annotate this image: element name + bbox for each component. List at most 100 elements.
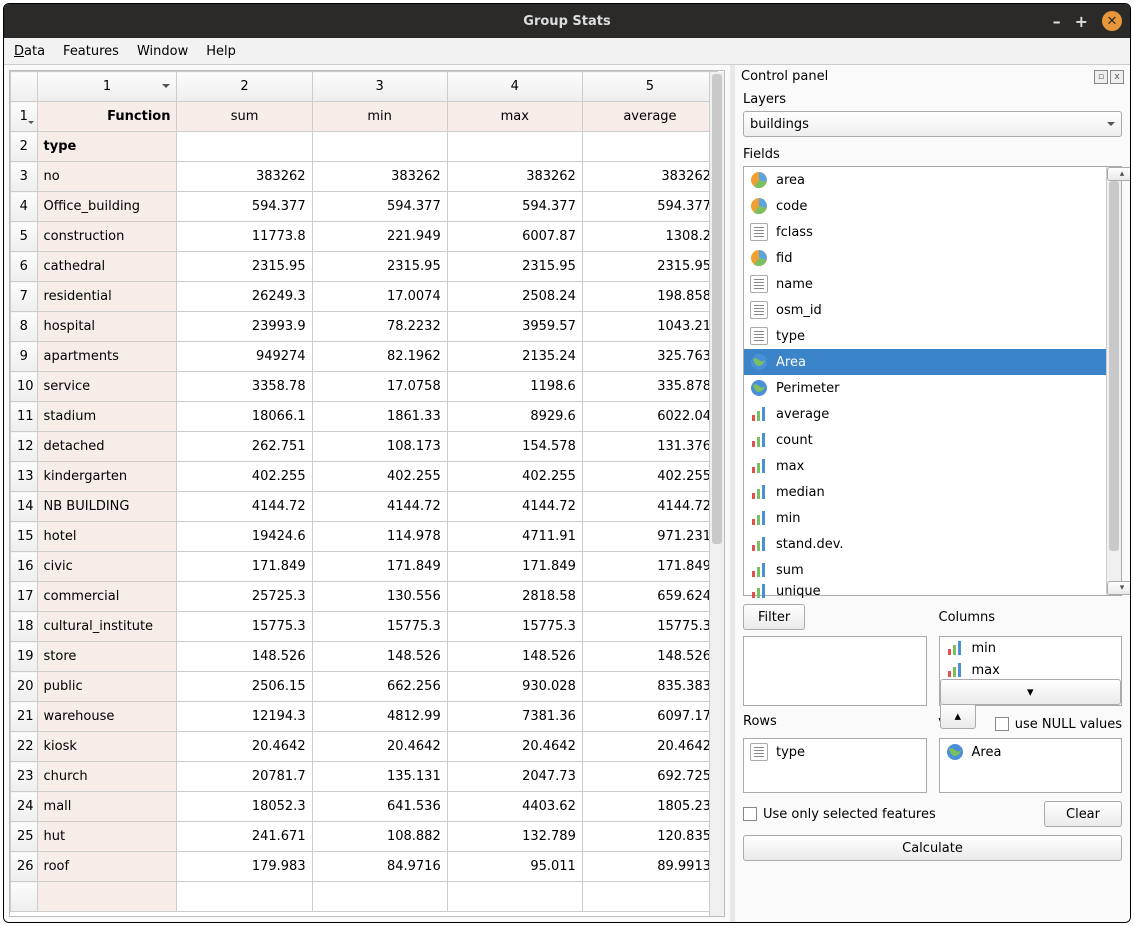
row-header[interactable]: 10 [11,372,38,402]
layers-combo[interactable]: buildings [743,111,1122,137]
list-item[interactable]: area [744,167,1106,193]
list-item[interactable]: stand.dev. [744,531,1106,557]
use-selected-checkbox[interactable] [743,807,757,821]
text-icon [750,275,768,293]
pie-icon [750,249,768,267]
list-item[interactable]: type [744,739,911,765]
row-header[interactable]: 13 [11,462,38,492]
corner-cell[interactable] [11,72,38,102]
list-item-label: median [776,485,825,500]
row-header[interactable]: 1 [11,102,38,132]
minimize-icon[interactable]: – [1053,12,1061,31]
list-item[interactable]: osm_id [744,297,1106,323]
col-header-2[interactable]: 2 [177,72,312,102]
list-item[interactable]: Perimeter [744,375,1106,401]
columns-box[interactable]: minmaxaverage ▴ ▾ [939,636,1123,706]
rows-box[interactable]: type [743,738,927,793]
row-header[interactable]: 21 [11,702,38,732]
row-header[interactable]: 25 [11,822,38,852]
list-item[interactable]: median [744,479,1106,505]
row-header[interactable]: 20 [11,672,38,702]
value-cell: 659.624 [582,582,717,612]
col-header-4[interactable]: 4 [447,72,582,102]
undock-icon[interactable]: ▫ [1094,70,1108,84]
list-item[interactable]: fid [744,245,1106,271]
row-header[interactable]: 19 [11,642,38,672]
bars-icon [946,639,964,657]
fields-listbox[interactable]: areacodefclassfidnameosm_idtypeAreaPerim… [743,166,1122,596]
list-item[interactable]: max [940,659,1107,681]
clear-button[interactable]: Clear [1044,801,1122,827]
list-item-label: min [972,641,997,656]
results-table[interactable]: 1 2 3 4 5 1 Function sum min [9,70,725,917]
row-header[interactable]: 12 [11,432,38,462]
close-icon[interactable]: ✕ [1102,11,1122,31]
col-header-5[interactable]: 5 [582,72,717,102]
row-header[interactable]: 2 [11,132,38,162]
maximize-icon[interactable]: + [1075,12,1088,31]
value-cell: 15775.3 [312,612,447,642]
list-item[interactable]: count [744,427,1106,453]
calculate-button[interactable]: Calculate [743,835,1122,861]
row-header[interactable]: 23 [11,762,38,792]
row-header[interactable]: 26 [11,852,38,882]
filter-button[interactable]: Filter [743,604,805,630]
row-header[interactable]: 4 [11,192,38,222]
value-cell: 692.725 [582,762,717,792]
fields-scrollbar[interactable]: ▴ ▾ [1106,167,1121,595]
menu-window[interactable]: Window [137,44,188,59]
value-cell: 221.949 [312,222,447,252]
row-header[interactable]: 11 [11,402,38,432]
value-box[interactable]: Area [939,738,1123,793]
row-header[interactable]: 5 [11,222,38,252]
menu-data[interactable]: Data [14,44,45,59]
row-header[interactable]: 15 [11,522,38,552]
row-header[interactable]: 3 [11,162,38,192]
list-item-label: type [776,745,805,760]
list-item[interactable]: fclass [744,219,1106,245]
value-cell: 2047.73 [447,762,582,792]
row-header[interactable]: 22 [11,732,38,762]
value-cell: 2315.95 [177,252,312,282]
col-header-1[interactable]: 1 [37,72,177,102]
list-item[interactable]: sum [744,557,1106,583]
list-item-label: sum [776,563,804,578]
list-item[interactable]: average [744,401,1106,427]
list-item[interactable]: Area [940,739,1107,765]
value-cell: 15775.3 [447,612,582,642]
list-item[interactable]: min [744,505,1106,531]
list-item[interactable]: max [744,453,1106,479]
menu-help[interactable]: Help [206,44,236,59]
type-cell: mall [37,792,177,822]
value-cell: 383262 [177,162,312,192]
value-cell: 971.231 [582,522,717,552]
value-cell: 662.256 [312,672,447,702]
columns-scrollbar[interactable]: ▴ ▾ [940,703,1122,729]
list-item[interactable]: unique [744,583,1106,599]
row-header[interactable]: 16 [11,552,38,582]
col-header-3[interactable]: 3 [312,72,447,102]
list-item[interactable]: name [744,271,1106,297]
value-cell: 383262 [312,162,447,192]
list-item[interactable]: code [744,193,1106,219]
menu-bar: Data Features Window Help [4,38,1130,65]
filter-box[interactable] [743,636,927,706]
row-header[interactable]: 9 [11,342,38,372]
row-header[interactable]: 24 [11,792,38,822]
row-header[interactable]: 14 [11,492,38,522]
row-header[interactable]: 18 [11,612,38,642]
value-cell: 17.0074 [312,282,447,312]
row-header[interactable]: 8 [11,312,38,342]
row-header[interactable]: 6 [11,252,38,282]
list-item[interactable]: min [940,637,1107,659]
row-header[interactable]: 7 [11,282,38,312]
value-cell: 148.526 [312,642,447,672]
row-header[interactable]: 17 [11,582,38,612]
list-item[interactable]: Area [744,349,1106,375]
type-cell: kiosk [37,732,177,762]
bars-icon [750,583,768,599]
table-scrollbar[interactable] [709,72,724,916]
panel-close-icon[interactable]: x [1110,70,1124,84]
list-item[interactable]: type [744,323,1106,349]
menu-features[interactable]: Features [63,44,119,59]
